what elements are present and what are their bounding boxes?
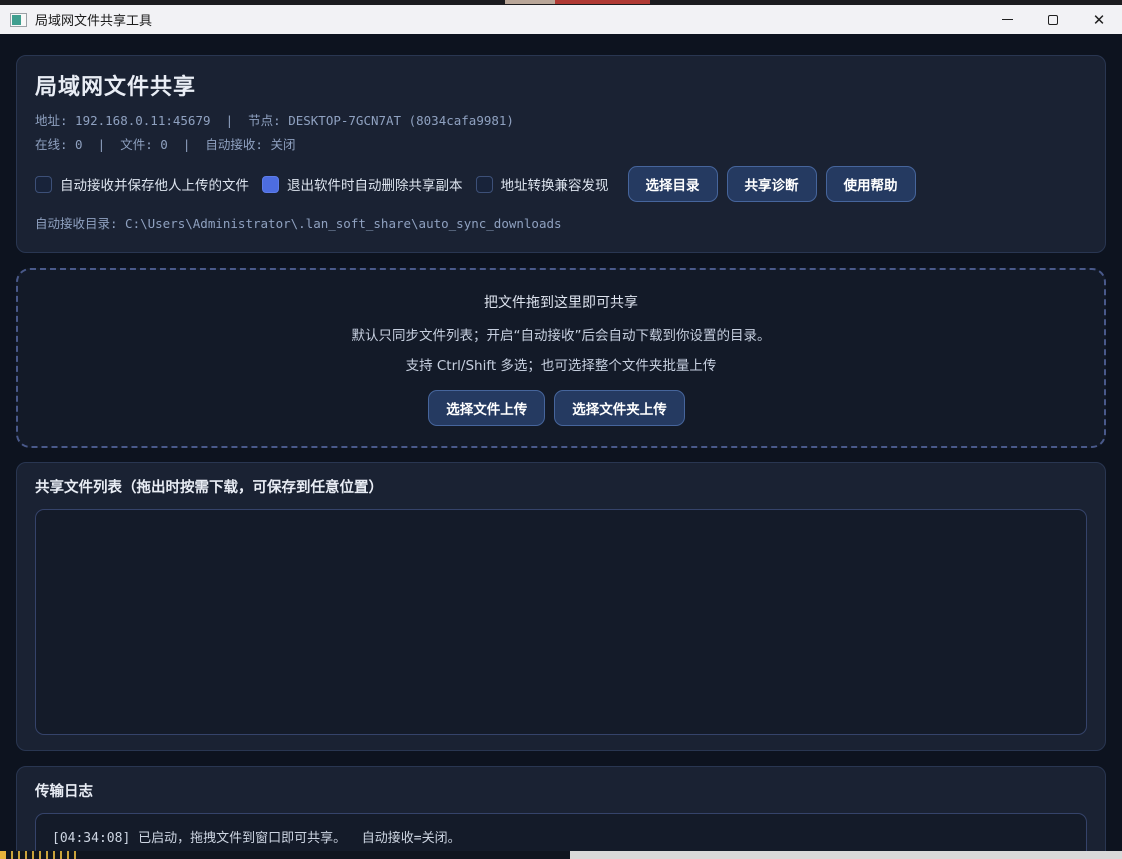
options-row: 自动接收并保存他人上传的文件 退出软件时自动删除共享副本 地址转换兼容发现 选择… xyxy=(35,166,1087,202)
bottom-dark-sliver xyxy=(76,851,570,859)
log-entry: [04:34:08] 已启动，拖拽文件到窗口即可共享。 自动接收=关闭。 xyxy=(52,831,461,846)
auto-receive-label: 自动接收并保存他人上传的文件 xyxy=(60,178,249,194)
auto-receive-checkbox[interactable] xyxy=(35,175,52,193)
app-icon xyxy=(10,12,27,27)
nat-discovery-option[interactable]: 地址转换兼容发现 xyxy=(475,174,609,194)
shared-files-panel: 共享文件列表（拖出时按需下载，可保存到任意位置） xyxy=(16,462,1106,751)
background-window-red-sliver xyxy=(555,0,650,4)
transfer-log-title: 传输日志 xyxy=(35,784,93,800)
shared-files-title: 共享文件列表（拖出时按需下载，可保存到任意位置） xyxy=(35,480,383,496)
desktop-bottom-sliver xyxy=(0,851,1122,859)
background-window-sliver xyxy=(505,0,555,4)
auto-receive-dir-line: 自动接收目录: C:\Users\Administrator\.lan_soft… xyxy=(35,216,562,231)
help-button[interactable]: 使用帮助 xyxy=(825,166,916,202)
delete-on-exit-checkbox[interactable] xyxy=(262,175,279,193)
maximize-icon xyxy=(1048,14,1058,25)
delete-on-exit-label: 退出软件时自动删除共享副本 xyxy=(287,178,463,194)
titlebar: 局域网文件共享工具 ✕ xyxy=(0,5,1122,34)
file-drop-zone[interactable]: 把文件拖到这里即可共享 默认只同步文件列表；开启“自动接收”后会自动下载到你设置… xyxy=(16,268,1106,448)
minimize-button[interactable] xyxy=(984,5,1030,34)
window-title: 局域网文件共享工具 xyxy=(35,14,153,29)
status-line: 在线: 0 | 文件: 0 | 自动接收: 关闭 xyxy=(35,137,296,152)
page-title: 局域网文件共享 xyxy=(35,75,197,100)
main-content: 局域网文件共享 地址: 192.168.0.11:45679 | 节点: DES… xyxy=(0,34,1122,859)
auto-receive-option[interactable]: 自动接收并保存他人上传的文件 xyxy=(35,174,249,194)
address-line: 地址: 192.168.0.11:45679 | 节点: DESKTOP-7GC… xyxy=(35,113,514,128)
dropzone-line1: 把文件拖到这里即可共享 xyxy=(484,295,638,311)
bottom-light-sliver xyxy=(570,851,1122,859)
desktop-top-sliver xyxy=(0,0,1122,5)
maximize-button[interactable] xyxy=(1030,5,1076,34)
minimize-icon xyxy=(1001,19,1013,20)
choose-directory-button[interactable]: 选择目录 xyxy=(627,166,718,202)
upload-folder-button[interactable]: 选择文件夹上传 xyxy=(554,390,685,426)
close-button[interactable]: ✕ xyxy=(1076,5,1122,34)
shared-files-list[interactable] xyxy=(35,509,1087,735)
header-panel: 局域网文件共享 地址: 192.168.0.11:45679 | 节点: DES… xyxy=(16,55,1106,253)
dropzone-line3: 支持 Ctrl/Shift 多选；也可选择整个文件夹批量上传 xyxy=(405,358,717,374)
upload-files-button[interactable]: 选择文件上传 xyxy=(428,390,546,426)
dropzone-line2: 默认只同步文件列表；开启“自动接收”后会自动下载到你设置的目录。 xyxy=(351,328,771,344)
transfer-log-panel: 传输日志 [04:34:08] 已启动，拖拽文件到窗口即可共享。 自动接收=关闭… xyxy=(16,766,1106,859)
close-icon: ✕ xyxy=(1092,10,1106,29)
dropzone-buttons: 选择文件上传 选择文件夹上传 xyxy=(428,390,694,426)
delete-on-exit-option[interactable]: 退出软件时自动删除共享副本 xyxy=(262,174,463,194)
share-diagnostics-button[interactable]: 共享诊断 xyxy=(726,166,817,202)
header-buttons: 选择目录 共享诊断 使用帮助 xyxy=(627,166,925,202)
bottom-ticks-sliver xyxy=(6,851,76,859)
nat-discovery-checkbox[interactable] xyxy=(475,175,493,193)
nat-discovery-label: 地址转换兼容发现 xyxy=(500,178,609,194)
